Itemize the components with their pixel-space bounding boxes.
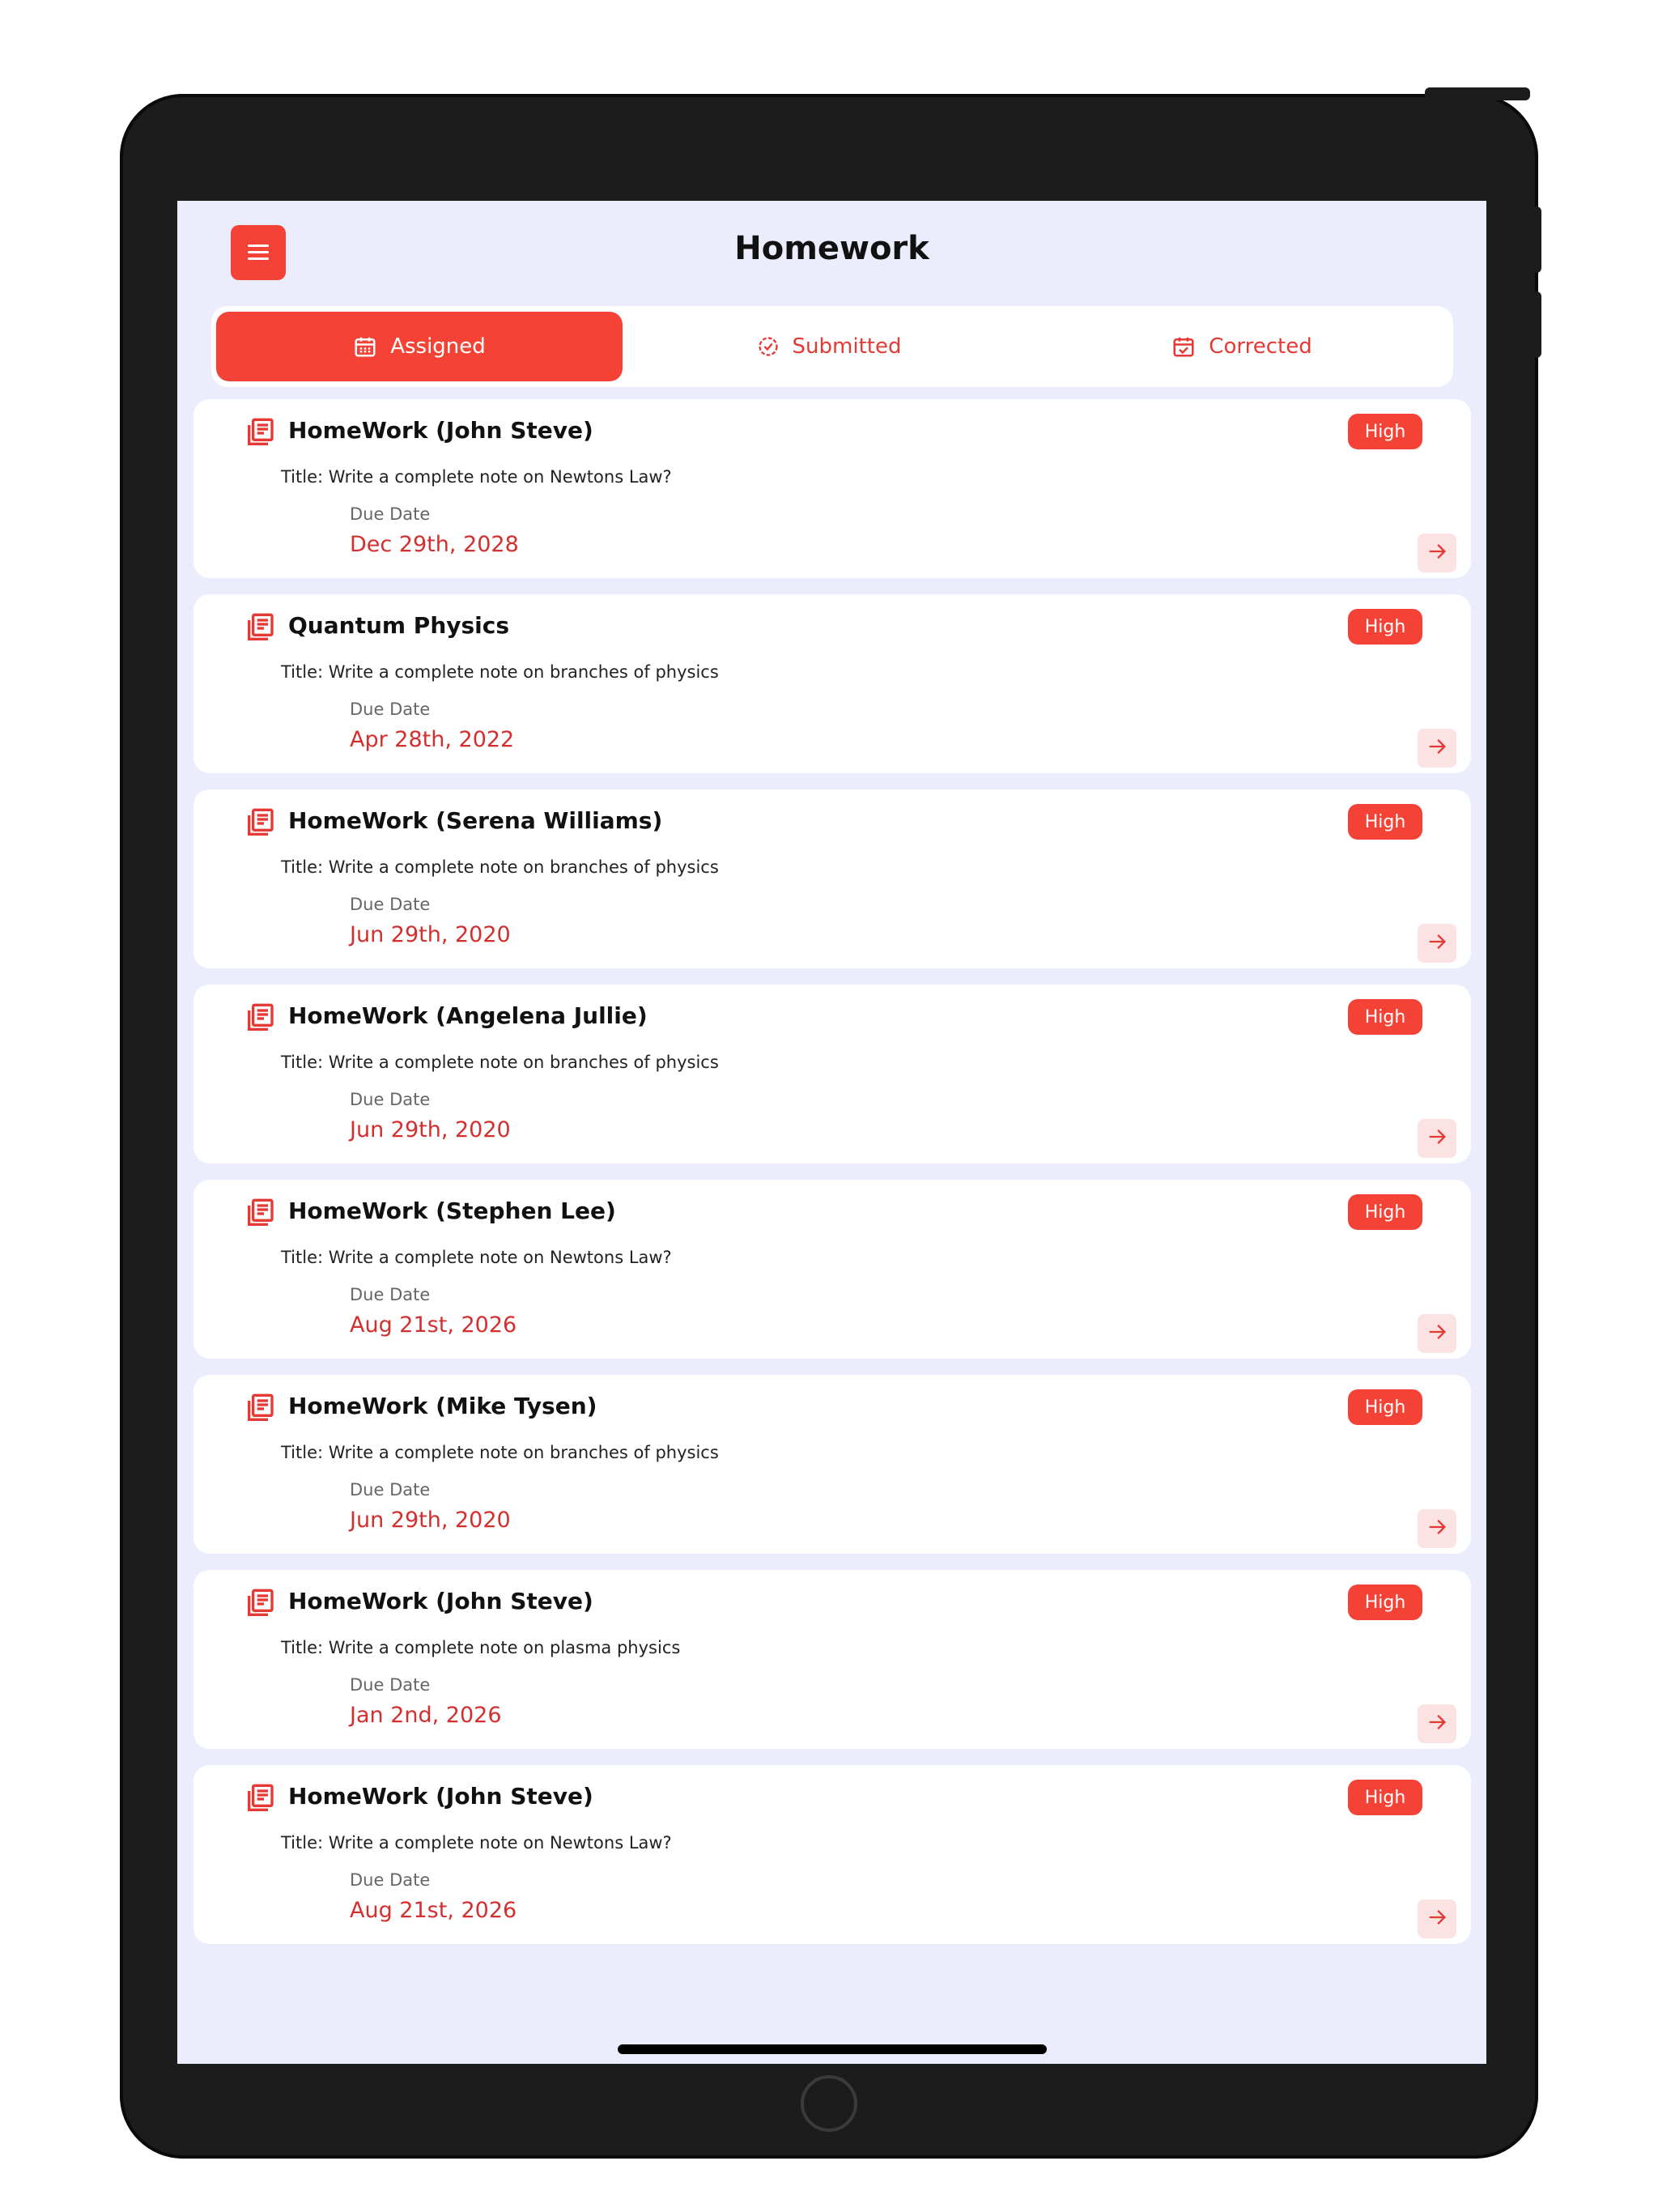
due-date-value: Dec 29th, 2028 [350,532,519,557]
due-date-label: Due Date [350,1285,431,1304]
tab-bar: Assigned Submitted Corrected [211,306,1453,387]
homework-name: HomeWork (John Steve) [288,1588,593,1614]
homework-name: Quantum Physics [288,612,510,639]
due-date-value: Jun 29th, 2020 [350,1508,511,1533]
open-homework-button[interactable] [1418,924,1456,963]
priority-badge: High [1348,999,1422,1035]
due-date-value: Aug 21st, 2026 [350,1898,517,1923]
device-home-button [801,2075,857,2132]
due-date-value: Apr 28th, 2022 [350,727,515,752]
document-icon [244,1002,276,1038]
arrow-right-icon [1426,1321,1448,1346]
homework-name: HomeWork (Mike Tysen) [288,1393,597,1419]
tab-submitted-label: Submitted [792,334,902,359]
priority-badge: High [1348,1389,1422,1425]
volume-up-button [1530,206,1541,273]
due-date-label: Due Date [350,1090,431,1109]
homework-title: Title: Write a complete note on Newtons … [281,1833,672,1853]
open-homework-button[interactable] [1418,1704,1456,1743]
priority-badge: High [1348,609,1422,644]
homework-title: Title: Write a complete note on plasma p… [281,1638,681,1657]
homework-name: HomeWork (John Steve) [288,417,593,444]
calendar-check-icon [1171,334,1196,359]
open-homework-button[interactable] [1418,1314,1456,1353]
document-icon [244,807,276,843]
document-icon [244,1393,276,1428]
due-date-label: Due Date [350,895,431,914]
open-homework-button[interactable] [1418,1509,1456,1548]
arrow-right-icon [1426,1906,1448,1932]
arrow-right-icon [1426,735,1448,761]
open-homework-button[interactable] [1418,729,1456,768]
homework-title: Title: Write a complete note on branches… [281,857,719,877]
homework-card[interactable]: HomeWork (John Steve) High Title: Write … [193,1570,1471,1749]
homework-title: Title: Write a complete note on branches… [281,1053,719,1072]
homework-card[interactable]: Quantum Physics High Title: Write a comp… [193,594,1471,773]
homework-title: Title: Write a complete note on Newtons … [281,467,672,487]
homework-title: Title: Write a complete note on branches… [281,662,719,682]
calendar-icon [353,334,377,359]
volume-down-button [1530,291,1541,358]
priority-badge: High [1348,1194,1422,1230]
priority-badge: High [1348,1585,1422,1620]
tab-corrected-label: Corrected [1209,334,1312,359]
due-date-label: Due Date [350,1870,431,1890]
homework-card[interactable]: HomeWork (Mike Tysen) High Title: Write … [193,1375,1471,1554]
home-indicator [618,2044,1047,2054]
homework-card[interactable]: HomeWork (John Steve) High Title: Write … [193,399,1471,578]
arrow-right-icon [1426,540,1448,566]
open-homework-button[interactable] [1418,534,1456,572]
due-date-label: Due Date [350,700,431,719]
priority-badge: High [1348,804,1422,840]
priority-badge: High [1348,414,1422,449]
due-date-label: Due Date [350,1675,431,1695]
homework-name: HomeWork (Angelena Jullie) [288,1002,648,1029]
document-icon [244,1783,276,1819]
check-circle-icon [757,335,780,358]
homework-name: HomeWork (John Steve) [288,1783,593,1810]
document-icon [244,1588,276,1623]
tab-submitted[interactable]: Submitted [623,312,1035,381]
homework-title: Title: Write a complete note on branches… [281,1443,719,1462]
homework-list: HomeWork (John Steve) High Title: Write … [193,399,1471,1960]
document-icon [244,1197,276,1233]
due-date-value: Aug 21st, 2026 [350,1312,517,1338]
document-icon [244,612,276,648]
tab-assigned-label: Assigned [390,334,486,359]
power-button [1425,87,1530,100]
due-date-label: Due Date [350,1480,431,1499]
tab-corrected[interactable]: Corrected [1035,312,1448,381]
homework-name: HomeWork (Stephen Lee) [288,1197,616,1224]
arrow-right-icon [1426,930,1448,956]
arrow-right-icon [1426,1125,1448,1151]
due-date-value: Jan 2nd, 2026 [350,1703,502,1728]
tab-assigned[interactable]: Assigned [216,312,623,381]
app-header: Homework [177,201,1486,302]
priority-badge: High [1348,1780,1422,1815]
due-date-value: Jun 29th, 2020 [350,1117,511,1142]
due-date-label: Due Date [350,504,431,524]
homework-name: HomeWork (Serena Williams) [288,807,663,834]
app-screen: Homework Assigned Submitted Corrected Ho… [177,201,1486,2064]
document-icon [244,417,276,453]
homework-card[interactable]: HomeWork (John Steve) High Title: Write … [193,1765,1471,1944]
open-homework-button[interactable] [1418,1119,1456,1158]
homework-card[interactable]: HomeWork (Serena Williams) High Title: W… [193,789,1471,968]
arrow-right-icon [1426,1711,1448,1737]
homework-card[interactable]: HomeWork (Stephen Lee) High Title: Write… [193,1180,1471,1359]
homework-card[interactable]: HomeWork (Angelena Jullie) High Title: W… [193,985,1471,1163]
due-date-value: Jun 29th, 2020 [350,922,511,947]
arrow-right-icon [1426,1516,1448,1542]
open-homework-button[interactable] [1418,1899,1456,1938]
homework-title: Title: Write a complete note on Newtons … [281,1248,672,1267]
page-title: Homework [734,230,929,267]
